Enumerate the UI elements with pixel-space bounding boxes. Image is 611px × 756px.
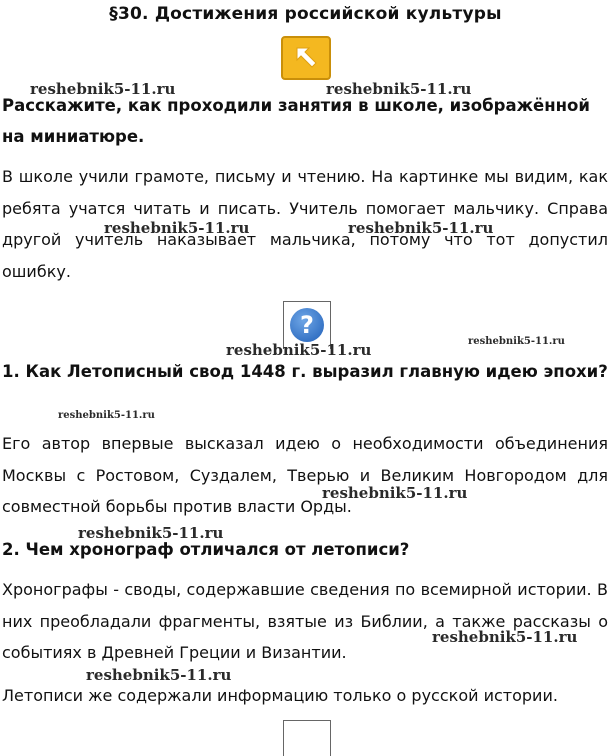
question-2: 2. Чем хронограф отличался от летописи? [2, 540, 410, 559]
answer-miniature: В школе учили грамоте, письму и чтению. … [2, 167, 608, 281]
question-1: 1. Как Летописный свод 1448 г. выразил г… [2, 362, 608, 381]
watermark: reshebnik5-11.ru [432, 628, 578, 646]
answer-1: Его автор впервые высказал идею о необхо… [2, 434, 608, 516]
back-arrow-icon[interactable] [281, 36, 331, 80]
watermark: reshebnik5-11.ru [322, 484, 468, 502]
page-title: §30. Достижения российской культуры [109, 4, 502, 24]
watermark: reshebnik5-11.ru [104, 219, 250, 237]
next-icon-frame [283, 720, 331, 756]
question-miniature: Расскажите, как проходили занятия в школ… [2, 96, 590, 146]
page: §30. Достижения российской культуры resh… [0, 0, 611, 756]
answer-2-extra: Летописи же содержали информацию только … [2, 686, 558, 705]
watermark: reshebnik5-11.ru [468, 336, 565, 347]
answer-2: Хронографы - своды, содержавшие сведения… [2, 580, 608, 662]
question-mark-icon: ? [290, 308, 324, 342]
watermark: reshebnik5-11.ru [58, 410, 155, 421]
watermark: reshebnik5-11.ru [348, 219, 494, 237]
